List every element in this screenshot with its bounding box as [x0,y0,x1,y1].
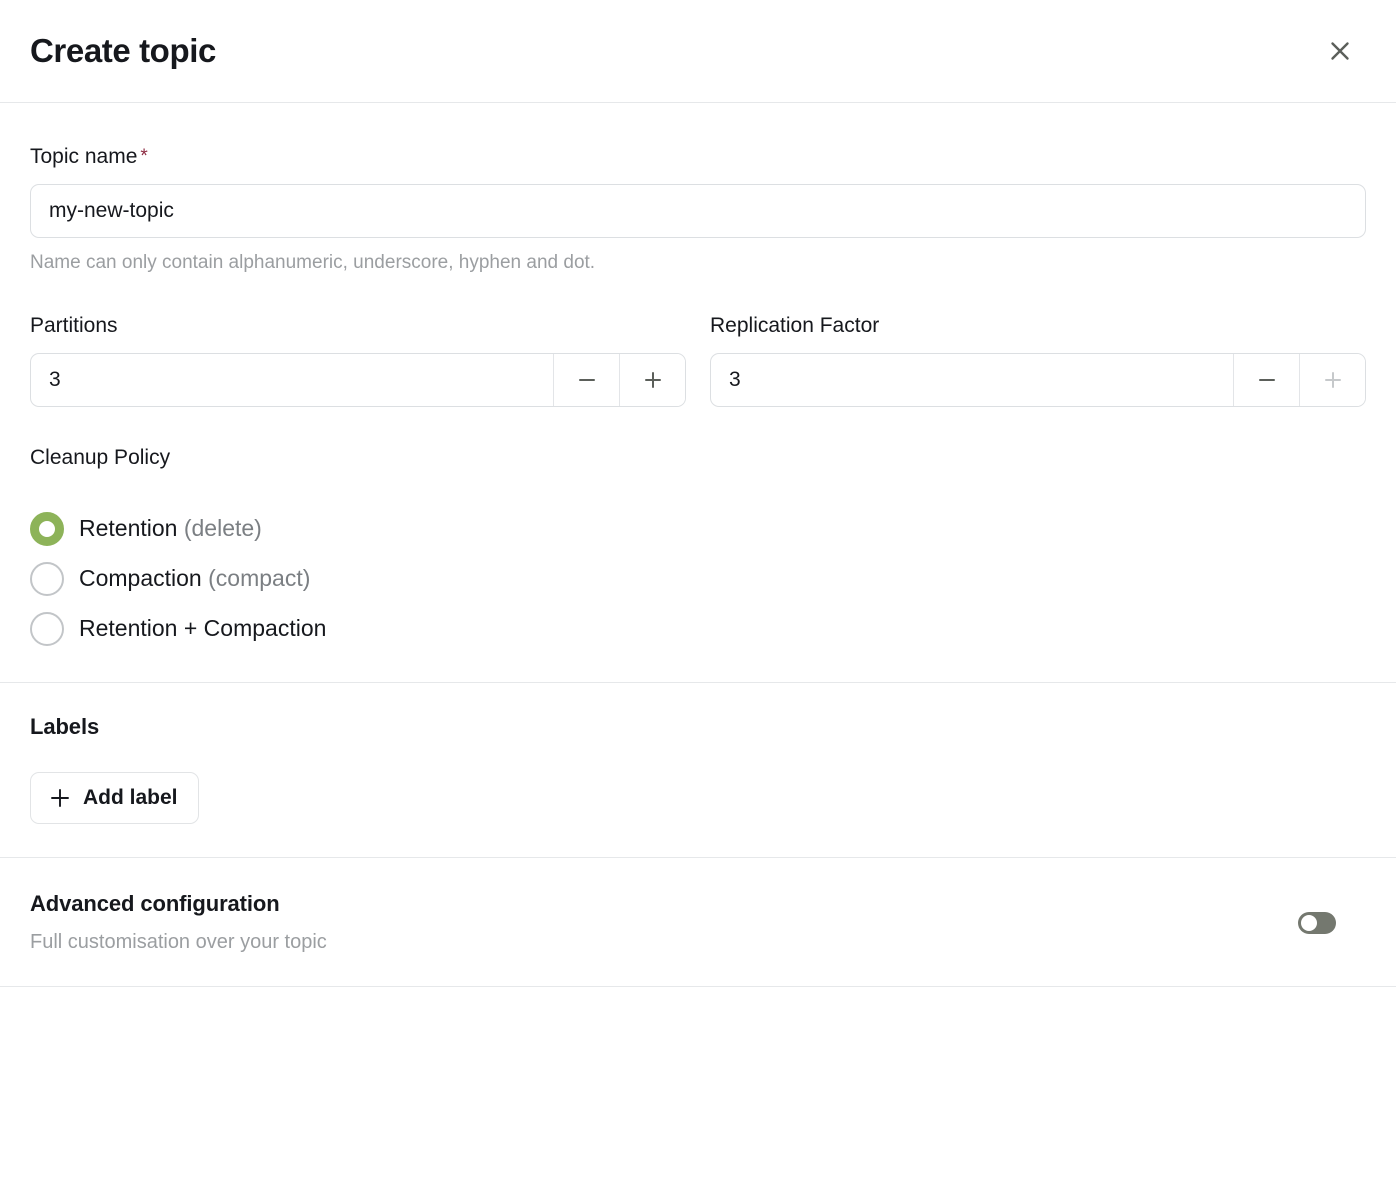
replication-factor-stepper [710,352,1366,407]
page-title: Create topic [30,31,216,69]
required-asterisk: * [140,146,148,167]
radio-icon-unselected [30,561,64,596]
topic-name-label-text: Topic name [30,145,138,168]
minus-icon [1255,368,1279,392]
partitions-field: Partitions [30,315,686,407]
dialog-header: Create topic [0,0,1396,103]
add-label-button[interactable]: Add label [30,771,199,824]
create-topic-dialog: Create topic Topic name* Name can only c… [0,0,1396,1190]
advanced-configuration-subtitle: Full customisation over your topic [30,931,327,954]
topic-name-input[interactable] [30,184,1366,238]
advanced-configuration-toggle[interactable] [1298,911,1336,934]
advanced-configuration-text: Advanced configuration Full customisatio… [30,890,1298,954]
labels-section: Labels Add label [0,683,1396,858]
partitions-input[interactable] [31,353,553,406]
partitions-label: Partitions [30,313,118,337]
radio-icon-selected [30,511,64,546]
radio-label-retention: Retention (delete) [79,515,262,542]
partitions-stepper [30,352,686,407]
topic-config-section: Topic name* Name can only contain alphan… [0,103,1396,683]
replication-factor-increment-button[interactable] [1299,353,1365,406]
topic-name-help-text: Name can only contain alphanumeric, unde… [30,252,596,273]
replication-factor-decrement-button[interactable] [1233,353,1299,406]
radio-option-compaction[interactable]: Compaction (compact) [30,561,311,596]
cleanup-policy-label: Cleanup Policy [30,445,171,469]
minus-icon [575,368,599,392]
replication-factor-field: Replication Factor [710,315,1366,407]
radio-label-retention-compaction: Retention + Compaction [79,615,327,642]
dialog-body: Topic name* Name can only contain alphan… [0,103,1396,1190]
radio-icon-unselected [30,611,64,646]
advanced-configuration-heading: Advanced configuration [30,890,280,916]
radio-label-compaction: Compaction (compact) [79,565,311,592]
radio-option-retention-compaction[interactable]: Retention + Compaction [30,611,327,646]
radio-label-retention-compaction-main: Retention + Compaction [79,615,327,642]
replication-factor-input[interactable] [711,353,1233,406]
plus-icon [1321,368,1345,392]
close-icon [1329,40,1351,62]
topic-name-label: Topic name * [30,146,1366,167]
partitions-decrement-button[interactable] [553,353,619,406]
replication-factor-label: Replication Factor [710,313,880,337]
radio-label-compaction-main: Compaction [79,565,202,592]
radio-label-compaction-suffix: (compact) [208,565,311,592]
close-button[interactable] [1318,29,1362,73]
radio-label-retention-main: Retention [79,515,178,542]
radio-option-retention[interactable]: Retention (delete) [30,511,262,546]
advanced-configuration-row: Advanced configuration Full customisatio… [30,890,1366,954]
cleanup-policy-radio-group: Retention (delete) Compaction (compact) … [30,511,1366,646]
partitions-increment-button[interactable] [619,353,685,406]
numeric-fields-row: Partitions 3 Replication Factor 3 [30,315,1366,407]
radio-label-retention-suffix: (delete) [183,515,262,542]
labels-heading: Labels [30,713,100,739]
add-label-button-text: Add label [83,785,178,809]
toggle-knob [1301,914,1317,931]
plus-icon [49,787,71,809]
plus-icon [641,368,665,392]
advanced-configuration-section: Advanced configuration Full customisatio… [0,858,1396,988]
